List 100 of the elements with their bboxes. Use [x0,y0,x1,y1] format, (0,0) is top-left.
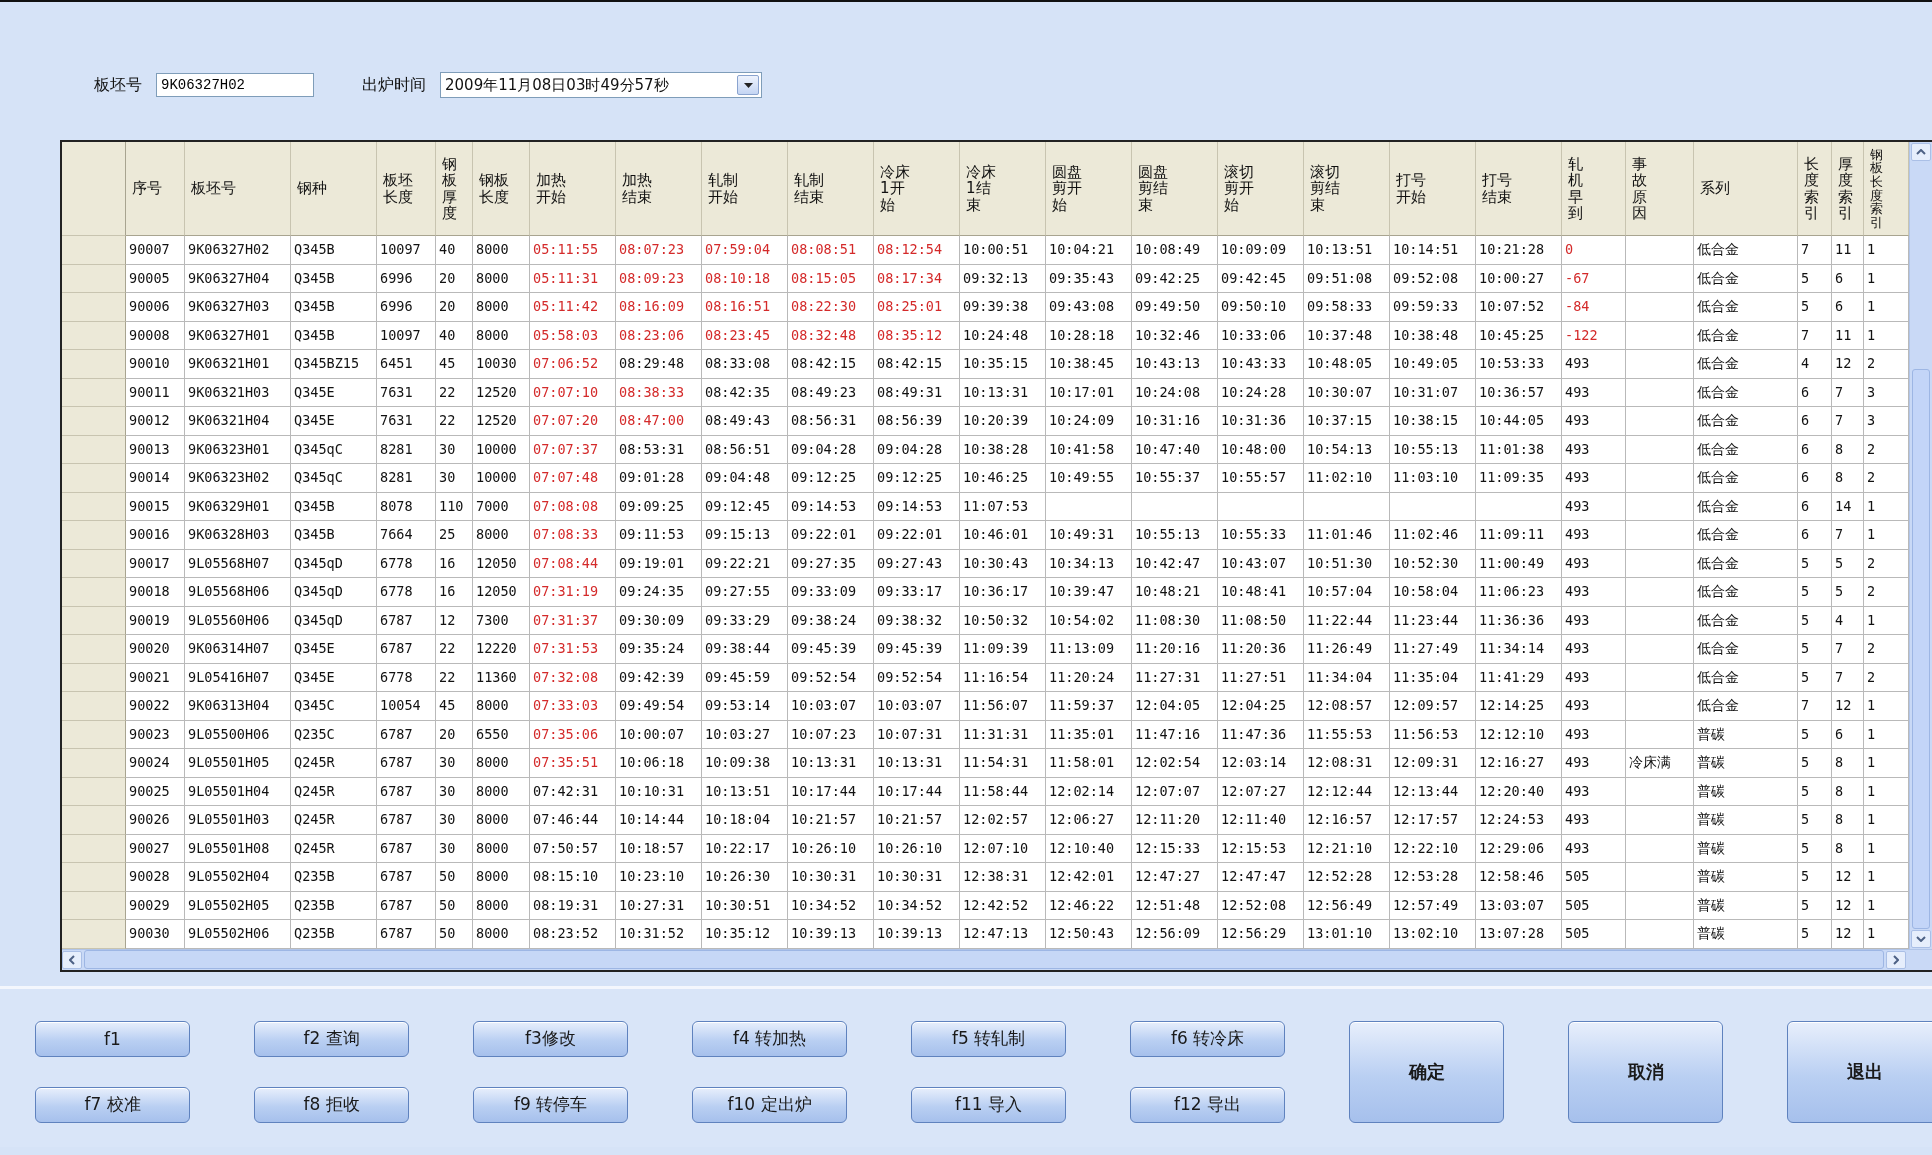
row-selector[interactable] [62,464,126,493]
table-cell: 493 [1562,834,1626,863]
column-header: 系列 [1700,180,1730,197]
table-cell: 09:42:25 [1132,264,1218,293]
table-cell: Q345qC [291,435,377,464]
column-header: 板坯长度 [383,172,413,205]
function-key-button[interactable]: f10 定出炉 [692,1086,847,1123]
function-key-button[interactable]: f1 [35,1020,190,1057]
table-cell: 10:48:41 [1218,578,1304,607]
row-selector[interactable] [62,578,126,607]
table-cell: 5 [1798,663,1832,692]
row-selector[interactable] [62,264,126,293]
table-cell: 90028 [126,863,185,892]
function-key-button[interactable]: f11 导入 [911,1086,1066,1123]
function-key-button[interactable]: f2 查询 [254,1020,409,1057]
table-cell: 9L05501H08 [185,834,291,863]
row-selector[interactable] [62,863,126,892]
function-key-button[interactable]: f5 转轧制 [911,1020,1066,1057]
table-cell: 10:44:05 [1476,407,1562,436]
dropdown-button[interactable] [737,75,759,95]
discharge-time-label: 出炉时间 [362,74,426,96]
table-cell: 90005 [126,264,185,293]
column-header: 加热结束 [622,172,652,205]
row-selector[interactable] [62,663,126,692]
action-button[interactable]: 取消 [1568,1020,1723,1123]
table-cell: 普碳 [1694,720,1798,749]
column-header: 序号 [132,180,162,197]
row-selector[interactable] [62,806,126,835]
row-selector[interactable] [62,891,126,920]
function-key-button[interactable]: f6 转冷床 [1130,1020,1285,1057]
table-cell: Q345qD [291,549,377,578]
row-selector[interactable] [62,492,126,521]
row-selector[interactable] [62,435,126,464]
row-selector[interactable] [62,549,126,578]
scrollbar-thumb[interactable] [84,950,1884,969]
table-cell: 07:42:31 [530,777,616,806]
function-key-button[interactable]: f4 转加热 [692,1020,847,1057]
row-selector[interactable] [62,293,126,322]
row-selector[interactable] [62,777,126,806]
row-selector[interactable] [62,635,126,664]
table-cell: 10:52:30 [1390,549,1476,578]
table-cell: 9L05502H06 [185,920,291,949]
row-selector[interactable] [62,378,126,407]
scroll-down-button[interactable] [1911,930,1931,948]
table-cell: 08:56:51 [702,435,788,464]
table-cell: 10:28:18 [1046,321,1132,350]
row-selector[interactable] [62,720,126,749]
table-cell: Q345B [291,321,377,350]
row-selector[interactable] [62,834,126,863]
action-button[interactable]: 确定 [1349,1020,1504,1123]
function-key-button[interactable]: f3修改 [473,1020,628,1057]
action-button[interactable]: 退出 [1787,1020,1932,1123]
table-cell: 12:52:28 [1304,863,1390,892]
scroll-up-button[interactable] [1911,143,1931,161]
table-cell: 10:30:07 [1304,378,1390,407]
table-cell: 09:11:53 [616,521,702,550]
table-cell: 493 [1562,749,1626,778]
function-key-button[interactable]: f9 转停车 [473,1086,628,1123]
row-selector[interactable] [62,692,126,721]
slab-number-field[interactable]: 9K06327H02 [156,73,314,97]
function-key-button[interactable]: f8 拒收 [254,1086,409,1123]
table-cell: 12:42:52 [960,891,1046,920]
table-cell: 11:41:29 [1476,663,1562,692]
table-cell: 10:24:09 [1046,407,1132,436]
function-key-button[interactable]: f12 导出 [1130,1086,1285,1123]
vertical-scrollbar[interactable] [1909,142,1932,949]
row-selector[interactable] [62,521,126,550]
discharge-time-dropdown[interactable]: 2009年11月08日03时49分57秒 [440,72,762,98]
table-cell: 08:10:18 [702,264,788,293]
column-header: 加热开始 [536,172,566,205]
column-header: 打号开始 [1396,172,1426,205]
table-cell: 10:43:13 [1132,350,1218,379]
row-selector[interactable] [62,407,126,436]
scroll-left-button[interactable] [62,950,82,969]
table-cell: 6778 [377,663,436,692]
row-selector[interactable] [62,236,126,265]
table-cell: 9L05502H05 [185,891,291,920]
chevron-left-icon [69,954,75,965]
row-selector[interactable] [62,606,126,635]
scroll-right-button[interactable] [1886,950,1906,969]
scrollbar-thumb[interactable] [1912,369,1930,929]
table-cell: 6 [1798,378,1832,407]
table-cell: 7 [1798,321,1832,350]
table-cell: 6996 [377,264,436,293]
function-key-button[interactable]: f7 校准 [35,1086,190,1123]
row-selector[interactable] [62,749,126,778]
table-cell: 10:14:51 [1390,236,1476,265]
table-cell: 90010 [126,350,185,379]
table-cell: 10:21:57 [788,806,874,835]
row-selector[interactable] [62,321,126,350]
table-cell [1626,578,1694,607]
table-cell: 08:17:34 [874,264,960,293]
table-cell: 11:20:36 [1218,635,1304,664]
table-cell: 9K06328H03 [185,521,291,550]
table-cell: 10054 [377,692,436,721]
table-cell: 11:35:01 [1046,720,1132,749]
horizontal-scrollbar[interactable] [62,948,1932,970]
table-cell: 09:42:39 [616,663,702,692]
table-cell: 9K06321H04 [185,407,291,436]
row-selector[interactable] [62,350,126,379]
